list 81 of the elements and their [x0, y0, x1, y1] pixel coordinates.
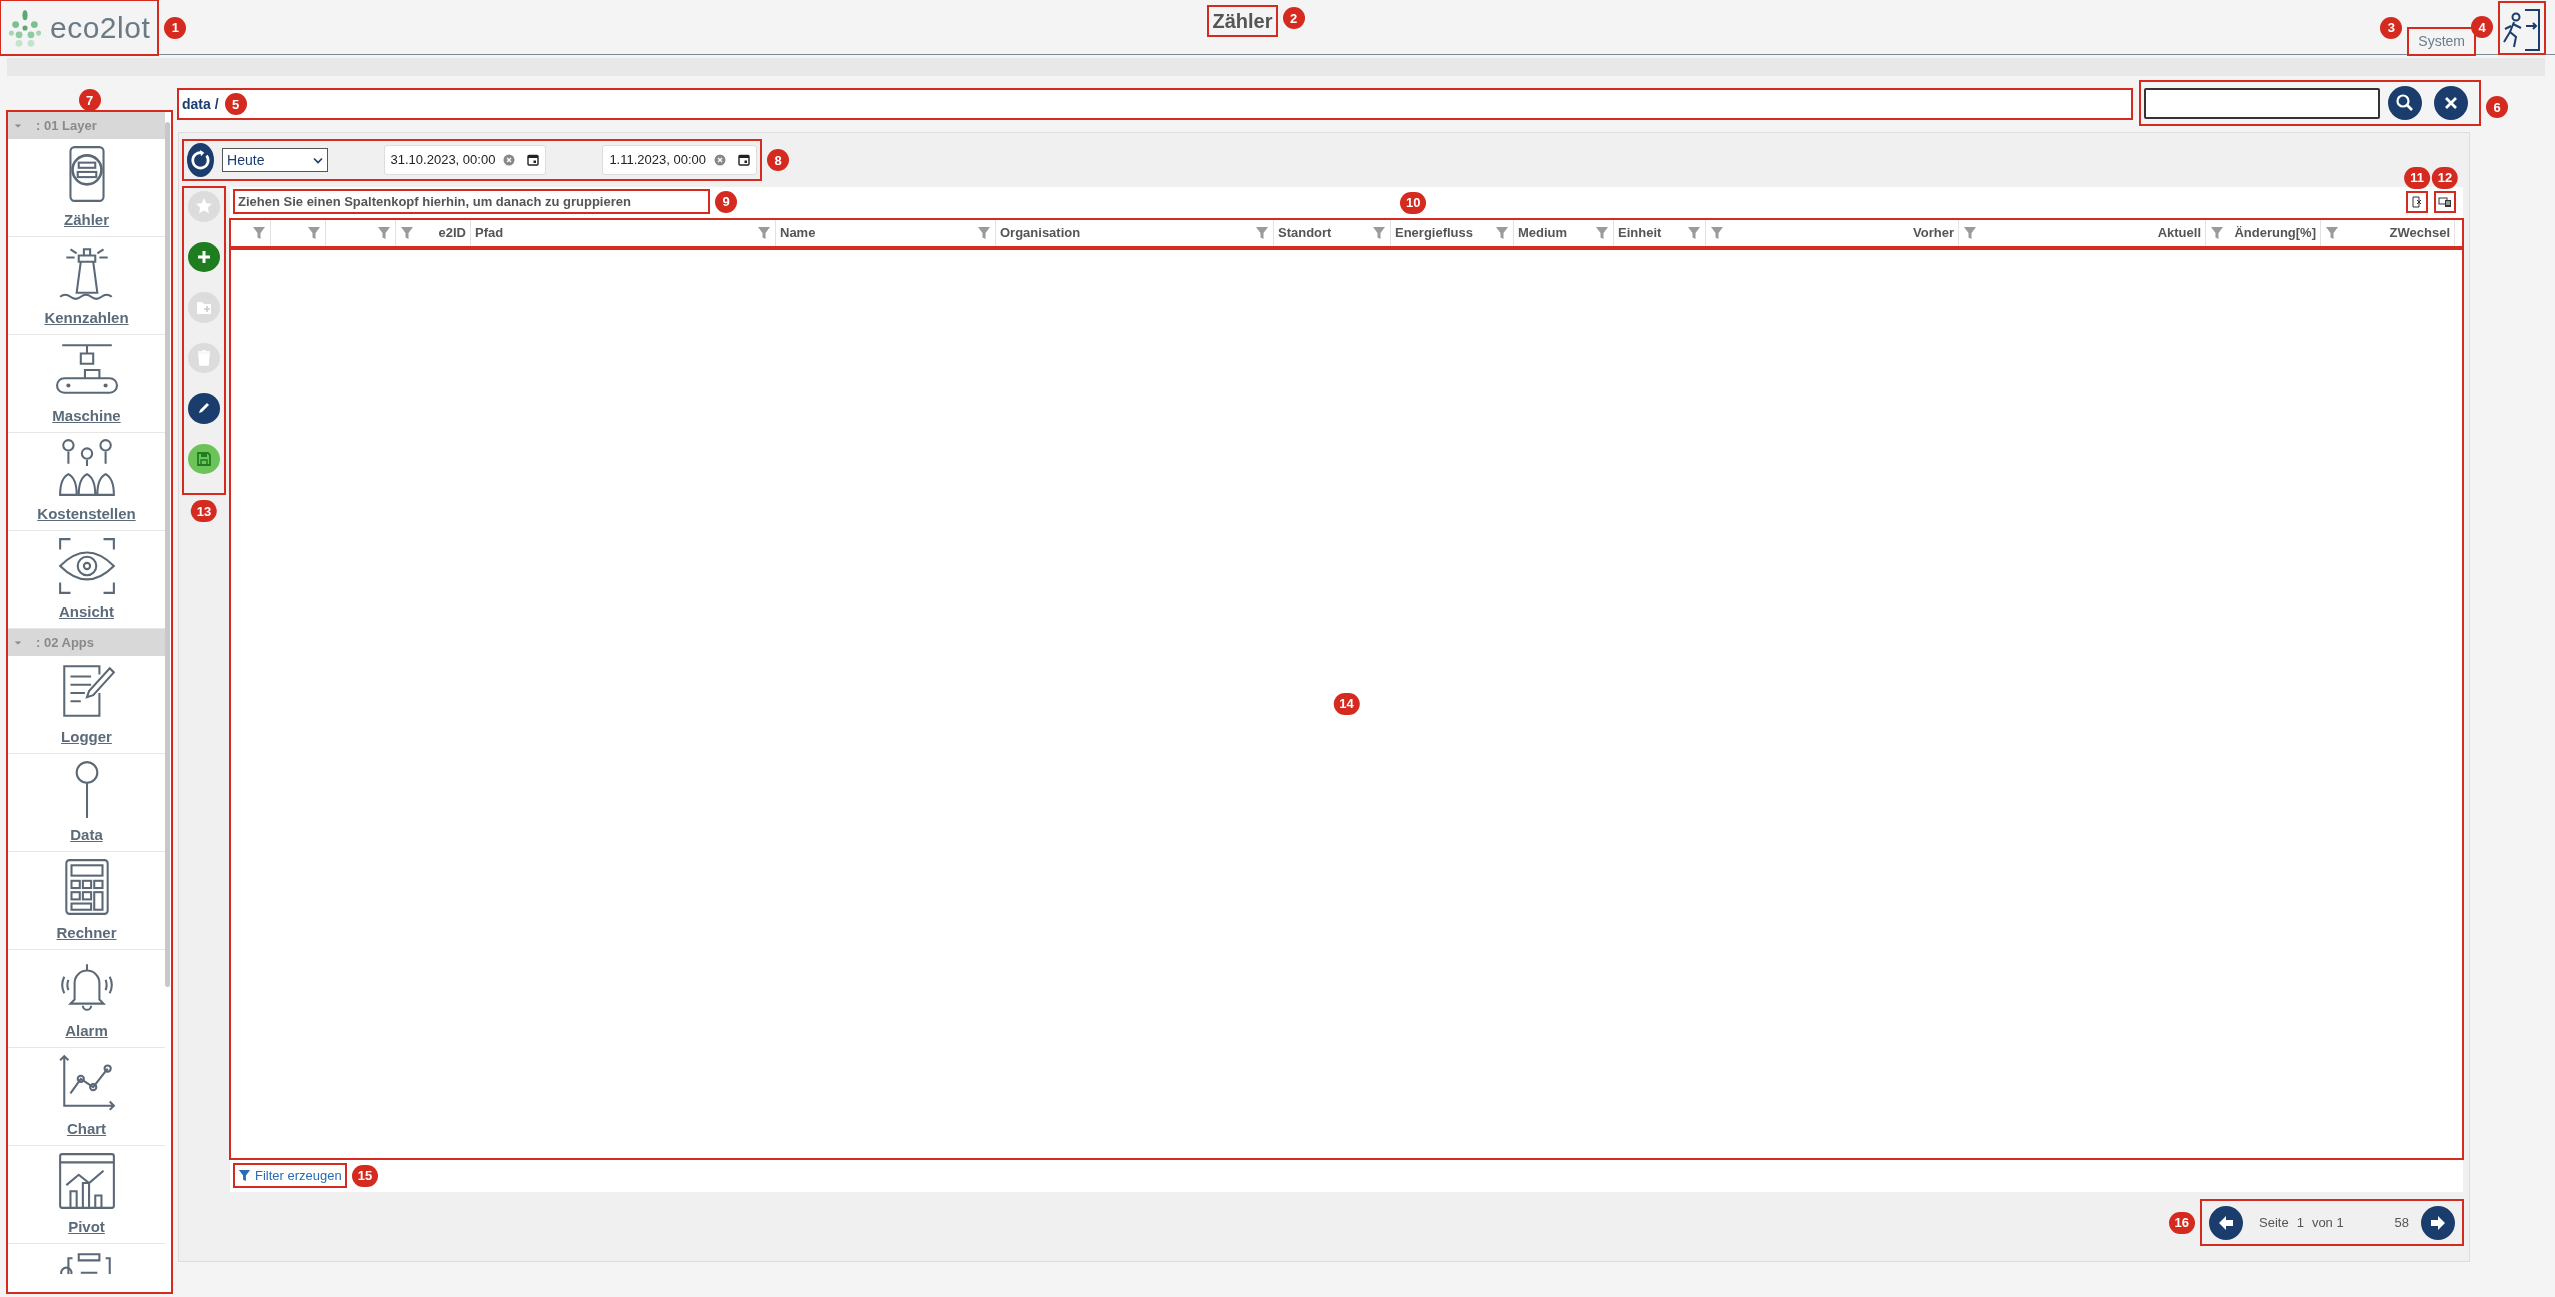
- callout-badge: 9: [715, 190, 737, 213]
- export-button[interactable]: [2407, 191, 2427, 212]
- callout-badge: 7: [78, 89, 101, 111]
- column-header[interactable]: Vorher: [1706, 218, 1959, 247]
- group-label: : 02 Apps: [36, 633, 95, 652]
- callout-badge: 5: [224, 93, 247, 115]
- total-count: 58: [2394, 1213, 2409, 1232]
- search-field[interactable]: [2144, 87, 2380, 119]
- logo-icon: [8, 8, 42, 47]
- filter-icon[interactable]: [1372, 225, 1386, 240]
- filter-icon[interactable]: [1963, 225, 1977, 240]
- scrollbar-thumb[interactable]: [165, 122, 170, 987]
- filter-icon[interactable]: [757, 225, 771, 240]
- column-header[interactable]: Energiefluss: [1391, 218, 1514, 247]
- search-icon: [2395, 93, 2415, 113]
- callout-badge: 1: [164, 16, 187, 39]
- filter-icon[interactable]: [2325, 225, 2339, 240]
- calendar-icon[interactable]: [527, 154, 540, 166]
- callout-badge: 15: [351, 1164, 379, 1187]
- chevron-icon: [312, 156, 323, 164]
- callout-badge: 11: [2404, 166, 2430, 189]
- column-header[interactable]: Aktuell: [1959, 218, 2206, 247]
- columns-icon: [2438, 195, 2452, 208]
- calendar-icon[interactable]: [738, 154, 750, 166]
- column-chooser-button[interactable]: [2435, 191, 2455, 212]
- filter-icon[interactable]: [400, 225, 414, 240]
- column-header[interactable]: Standort: [1274, 218, 1391, 247]
- column-header[interactable]: e2ID: [396, 218, 471, 247]
- filter-icon[interactable]: [2210, 225, 2224, 240]
- filter-icon[interactable]: [252, 225, 266, 240]
- edit-button[interactable]: [188, 393, 220, 424]
- exit-button[interactable]: [2499, 2, 2545, 54]
- callout-badge: 3: [2380, 16, 2403, 39]
- clear-icon[interactable]: [503, 154, 516, 166]
- search-button[interactable]: [2388, 86, 2422, 120]
- refresh-button[interactable]: [187, 143, 215, 177]
- filter-icon[interactable]: [977, 225, 991, 240]
- column-header[interactable]: Name: [776, 218, 996, 247]
- callout-badge: 8: [767, 149, 789, 171]
- callout-badge: 13: [190, 500, 218, 522]
- pager-label: Seite: [2259, 1213, 2289, 1232]
- date-field[interactable]: 31.10.2023, 00:00: [383, 145, 547, 175]
- callout-badge: 4: [2471, 16, 2493, 38]
- callout-badge: 10: [1400, 191, 1427, 214]
- period-select[interactable]: Heute: [222, 148, 328, 172]
- filter-icon[interactable]: [1710, 225, 1724, 240]
- callout-badge: 14: [1333, 692, 1360, 715]
- column-header[interactable]: Organisation: [996, 218, 1274, 247]
- callout-badge: 2: [1282, 7, 1305, 29]
- spreadsheet-icon: [2411, 195, 2423, 208]
- filter-icon: [238, 1169, 251, 1183]
- column-header[interactable]: ZWechsel: [2321, 218, 2455, 247]
- breadcrumb-link[interactable]: data /: [182, 93, 219, 115]
- filter-icon[interactable]: [1495, 225, 1509, 240]
- callout-badge: 6: [2486, 96, 2508, 118]
- filter-icon[interactable]: [1595, 225, 1609, 240]
- filter-icon[interactable]: [1687, 225, 1701, 240]
- filter-icon[interactable]: [1255, 225, 1269, 240]
- clear-icon[interactable]: [714, 154, 726, 166]
- previous-page-button[interactable]: [2209, 1205, 2243, 1240]
- page-number: 1: [2296, 1213, 2304, 1232]
- callout-badge: 12: [2431, 166, 2459, 189]
- column-header[interactable]: Einheit: [1614, 218, 1706, 247]
- date-field[interactable]: 1.11.2023, 00:00: [602, 145, 757, 175]
- filter-link[interactable]: Filter erzeugen: [234, 1163, 346, 1188]
- column-header[interactable]: Änderung[%]: [2206, 218, 2321, 247]
- page-title: Zähler: [1208, 6, 1277, 36]
- refresh-icon: [189, 149, 212, 171]
- group-label: : 01 Layer: [36, 116, 97, 135]
- column-header[interactable]: Pfad: [471, 218, 776, 247]
- logo-text: eco2lot: [50, 10, 151, 46]
- filter-icon[interactable]: [377, 225, 391, 240]
- callout-badge: 16: [2168, 1211, 2195, 1234]
- group-panel: Ziehen Sie einen Spaltenkopf hierhin, um danach zu gruppieren: [234, 190, 709, 214]
- add-button[interactable]: [188, 241, 220, 272]
- clear-button[interactable]: [2434, 86, 2468, 120]
- next-page-button[interactable]: [2421, 1205, 2455, 1240]
- filter-icon[interactable]: [307, 225, 321, 240]
- save-button[interactable]: [188, 443, 220, 474]
- column-header[interactable]: Medium: [1514, 218, 1614, 247]
- page-count: von 1: [2311, 1213, 2344, 1232]
